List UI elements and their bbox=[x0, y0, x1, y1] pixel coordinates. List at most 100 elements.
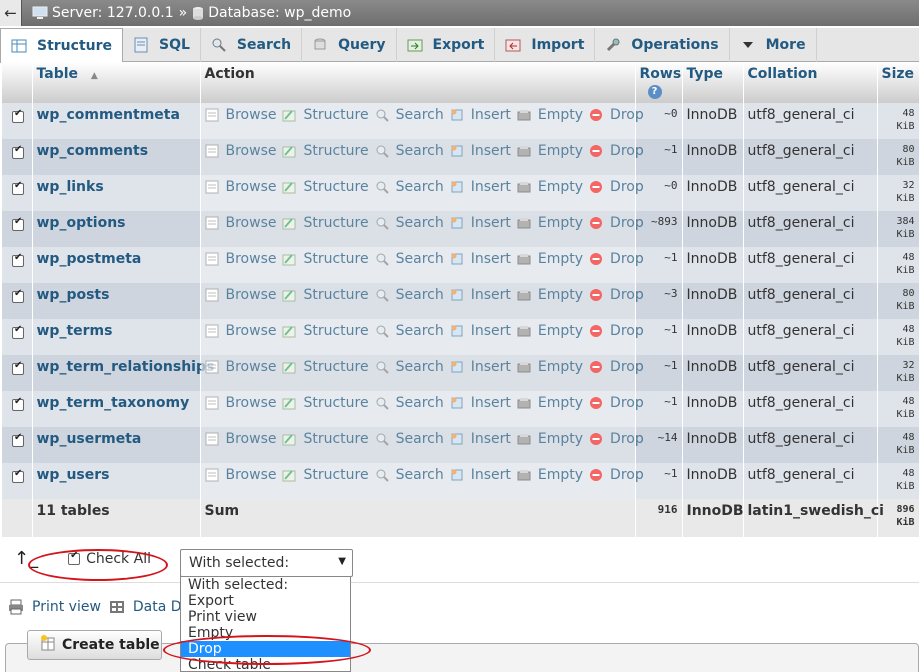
action-structure[interactable]: Structure bbox=[282, 359, 369, 375]
header-rows[interactable]: Rows? bbox=[635, 62, 683, 103]
row-checkbox[interactable] bbox=[12, 252, 24, 267]
table-name-link[interactable]: wp_postmeta bbox=[32, 247, 201, 283]
action-insert[interactable]: Insert bbox=[450, 287, 511, 303]
action-search[interactable]: Search bbox=[375, 251, 444, 267]
action-drop[interactable]: Drop bbox=[589, 215, 644, 231]
header-collation[interactable]: Collation bbox=[743, 62, 878, 103]
header-size[interactable]: Size bbox=[877, 62, 919, 103]
row-checkbox[interactable] bbox=[12, 468, 24, 483]
action-empty[interactable]: Empty bbox=[517, 179, 583, 195]
action-search[interactable]: Search bbox=[375, 323, 444, 339]
action-structure[interactable]: Structure bbox=[282, 395, 369, 411]
action-empty[interactable]: Empty bbox=[517, 431, 583, 447]
action-search[interactable]: Search bbox=[375, 287, 444, 303]
action-browse[interactable]: Browse bbox=[205, 467, 276, 483]
action-drop[interactable]: Drop bbox=[589, 107, 644, 123]
action-browse[interactable]: Browse bbox=[205, 251, 276, 267]
table-name-link[interactable]: wp_term_relationships bbox=[32, 355, 214, 391]
option-with-selected[interactable]: With selected: bbox=[181, 577, 350, 593]
action-empty[interactable]: Empty bbox=[517, 251, 583, 267]
action-empty[interactable]: Empty bbox=[517, 287, 583, 303]
action-search[interactable]: Search bbox=[375, 395, 444, 411]
action-search[interactable]: Search bbox=[375, 431, 444, 447]
action-structure[interactable]: Structure bbox=[282, 215, 369, 231]
action-empty[interactable]: Empty bbox=[517, 107, 583, 123]
action-insert[interactable]: Insert bbox=[450, 215, 511, 231]
row-checkbox[interactable] bbox=[12, 216, 24, 231]
tab-structure[interactable]: Structure bbox=[0, 28, 124, 63]
action-drop[interactable]: Drop bbox=[589, 467, 644, 483]
with-selected-dropdown[interactable]: With selected: ▼ bbox=[180, 549, 353, 577]
action-search[interactable]: Search bbox=[375, 467, 444, 483]
action-drop[interactable]: Drop bbox=[589, 395, 644, 411]
table-name-link[interactable]: wp_comments bbox=[32, 139, 201, 175]
tab-more[interactable]: More bbox=[730, 28, 817, 62]
action-search[interactable]: Search bbox=[375, 107, 444, 123]
table-name-link[interactable]: wp_commentmeta bbox=[32, 103, 201, 139]
action-structure[interactable]: Structure bbox=[282, 287, 369, 303]
action-structure[interactable]: Structure bbox=[282, 431, 369, 447]
action-empty[interactable]: Empty bbox=[517, 215, 583, 231]
option-export[interactable]: Export bbox=[181, 593, 350, 609]
action-browse[interactable]: Browse bbox=[205, 215, 276, 231]
action-empty[interactable]: Empty bbox=[517, 143, 583, 159]
action-insert[interactable]: Insert bbox=[450, 179, 511, 195]
action-structure[interactable]: Structure bbox=[282, 179, 369, 195]
action-drop[interactable]: Drop bbox=[589, 251, 644, 267]
tab-operations[interactable]: Operations bbox=[595, 28, 730, 62]
table-name-link[interactable]: wp_usermeta bbox=[32, 427, 201, 463]
table-name-link[interactable]: wp_users bbox=[32, 463, 201, 499]
action-insert[interactable]: Insert bbox=[450, 359, 511, 375]
action-insert[interactable]: Insert bbox=[450, 143, 511, 159]
tab-import[interactable]: Import bbox=[495, 28, 596, 62]
header-table[interactable]: Table ▲ bbox=[32, 62, 201, 103]
row-checkbox[interactable] bbox=[12, 144, 24, 159]
action-insert[interactable]: Insert bbox=[450, 467, 511, 483]
action-empty[interactable]: Empty bbox=[517, 359, 583, 375]
tab-export[interactable]: Export bbox=[397, 28, 496, 62]
table-name-link[interactable]: wp_links bbox=[32, 175, 201, 211]
row-checkbox[interactable] bbox=[12, 396, 24, 411]
action-browse[interactable]: Browse bbox=[205, 395, 276, 411]
breadcrumb-server[interactable]: Server: 127.0.0.1 bbox=[32, 5, 174, 21]
row-checkbox[interactable] bbox=[12, 180, 24, 195]
action-insert[interactable]: Insert bbox=[450, 323, 511, 339]
row-checkbox[interactable] bbox=[12, 360, 24, 375]
action-browse[interactable]: Browse bbox=[205, 143, 276, 159]
action-drop[interactable]: Drop bbox=[589, 323, 644, 339]
breadcrumb-database[interactable]: Database: wp_demo bbox=[192, 5, 351, 21]
action-insert[interactable]: Insert bbox=[450, 395, 511, 411]
action-search[interactable]: Search bbox=[375, 143, 444, 159]
action-browse[interactable]: Browse bbox=[205, 107, 276, 123]
back-arrow-icon[interactable]: ← bbox=[0, 0, 22, 26]
action-structure[interactable]: Structure bbox=[282, 143, 369, 159]
action-insert[interactable]: Insert bbox=[450, 431, 511, 447]
row-checkbox[interactable] bbox=[12, 432, 24, 447]
action-drop[interactable]: Drop bbox=[589, 179, 644, 195]
action-drop[interactable]: Drop bbox=[589, 287, 644, 303]
row-checkbox[interactable] bbox=[12, 108, 24, 123]
action-structure[interactable]: Structure bbox=[282, 323, 369, 339]
action-browse[interactable]: Browse bbox=[205, 323, 276, 339]
action-browse[interactable]: Browse bbox=[205, 359, 276, 375]
tab-search[interactable]: Search bbox=[201, 28, 303, 62]
action-drop[interactable]: Drop bbox=[589, 359, 644, 375]
table-name-link[interactable]: wp_terms bbox=[32, 319, 201, 355]
action-search[interactable]: Search bbox=[375, 215, 444, 231]
action-insert[interactable]: Insert bbox=[450, 251, 511, 267]
action-browse[interactable]: Browse bbox=[205, 431, 276, 447]
action-empty[interactable]: Empty bbox=[517, 323, 583, 339]
action-drop[interactable]: Drop bbox=[589, 431, 644, 447]
action-browse[interactable]: Browse bbox=[205, 287, 276, 303]
option-print-view[interactable]: Print view bbox=[181, 609, 350, 625]
table-name-link[interactable]: wp_options bbox=[32, 211, 201, 247]
action-browse[interactable]: Browse bbox=[205, 179, 276, 195]
action-structure[interactable]: Structure bbox=[282, 251, 369, 267]
tab-query[interactable]: Query bbox=[302, 28, 397, 62]
action-empty[interactable]: Empty bbox=[517, 395, 583, 411]
action-structure[interactable]: Structure bbox=[282, 467, 369, 483]
action-drop[interactable]: Drop bbox=[589, 143, 644, 159]
help-icon[interactable]: ? bbox=[647, 85, 662, 99]
row-checkbox[interactable] bbox=[12, 288, 24, 303]
action-search[interactable]: Search bbox=[375, 179, 444, 195]
